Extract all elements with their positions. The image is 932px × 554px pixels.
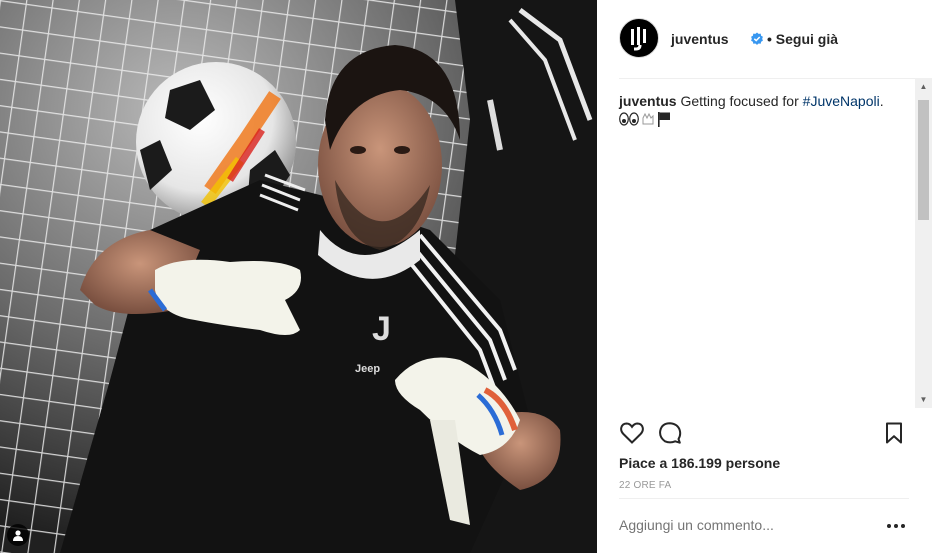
caption-end: . — [879, 93, 884, 109]
comment-input[interactable] — [619, 517, 869, 533]
caption-scrollbar[interactable]: ▲ ▼ — [915, 78, 932, 408]
follow-status-button[interactable]: • Segui già — [767, 31, 838, 47]
post-photo[interactable]: J Jeep — [0, 0, 597, 553]
scroll-down-arrow-icon[interactable]: ▼ — [915, 391, 932, 408]
dot — [901, 524, 905, 528]
likes-count[interactable]: Piace a 186.199 persone — [619, 455, 780, 471]
goalkeeper-glove-emoji — [642, 112, 654, 125]
dot — [894, 524, 898, 528]
more-options-icon[interactable] — [887, 519, 905, 533]
svg-text:J: J — [372, 310, 391, 348]
post-actions — [619, 420, 909, 446]
post-details-panel: juventus • Segui già juventus Getting fo… — [597, 0, 932, 553]
hashtag-link[interactable]: #JuveNapoli — [803, 93, 880, 109]
comment-icon[interactable] — [657, 420, 683, 446]
heart-icon[interactable] — [619, 420, 645, 446]
caption: juventus Getting focused for #JuveNapoli… — [619, 92, 904, 111]
user-tag-icon[interactable] — [7, 524, 29, 546]
black-flag-emoji — [658, 112, 670, 127]
caption-emojis — [619, 110, 671, 128]
comment-section — [619, 498, 909, 554]
scroll-thumb[interactable] — [918, 100, 929, 220]
username[interactable]: juventus — [671, 31, 729, 47]
verified-badge-icon — [751, 32, 763, 45]
post-timestamp[interactable]: 22 ORE FA — [619, 480, 671, 491]
juventus-logo-icon — [631, 27, 646, 51]
avatar[interactable] — [619, 18, 659, 58]
caption-username[interactable]: juventus — [619, 93, 677, 109]
svg-text:Jeep: Jeep — [355, 363, 380, 375]
dot — [887, 524, 891, 528]
post-header: juventus • Segui già — [619, 0, 929, 79]
caption-text: Getting focused for — [676, 93, 803, 109]
bookmark-icon[interactable] — [881, 420, 907, 446]
eyes-emoji — [619, 112, 639, 126]
scroll-up-arrow-icon[interactable]: ▲ — [915, 78, 932, 95]
goalkeeper-photo: J Jeep — [0, 0, 597, 553]
